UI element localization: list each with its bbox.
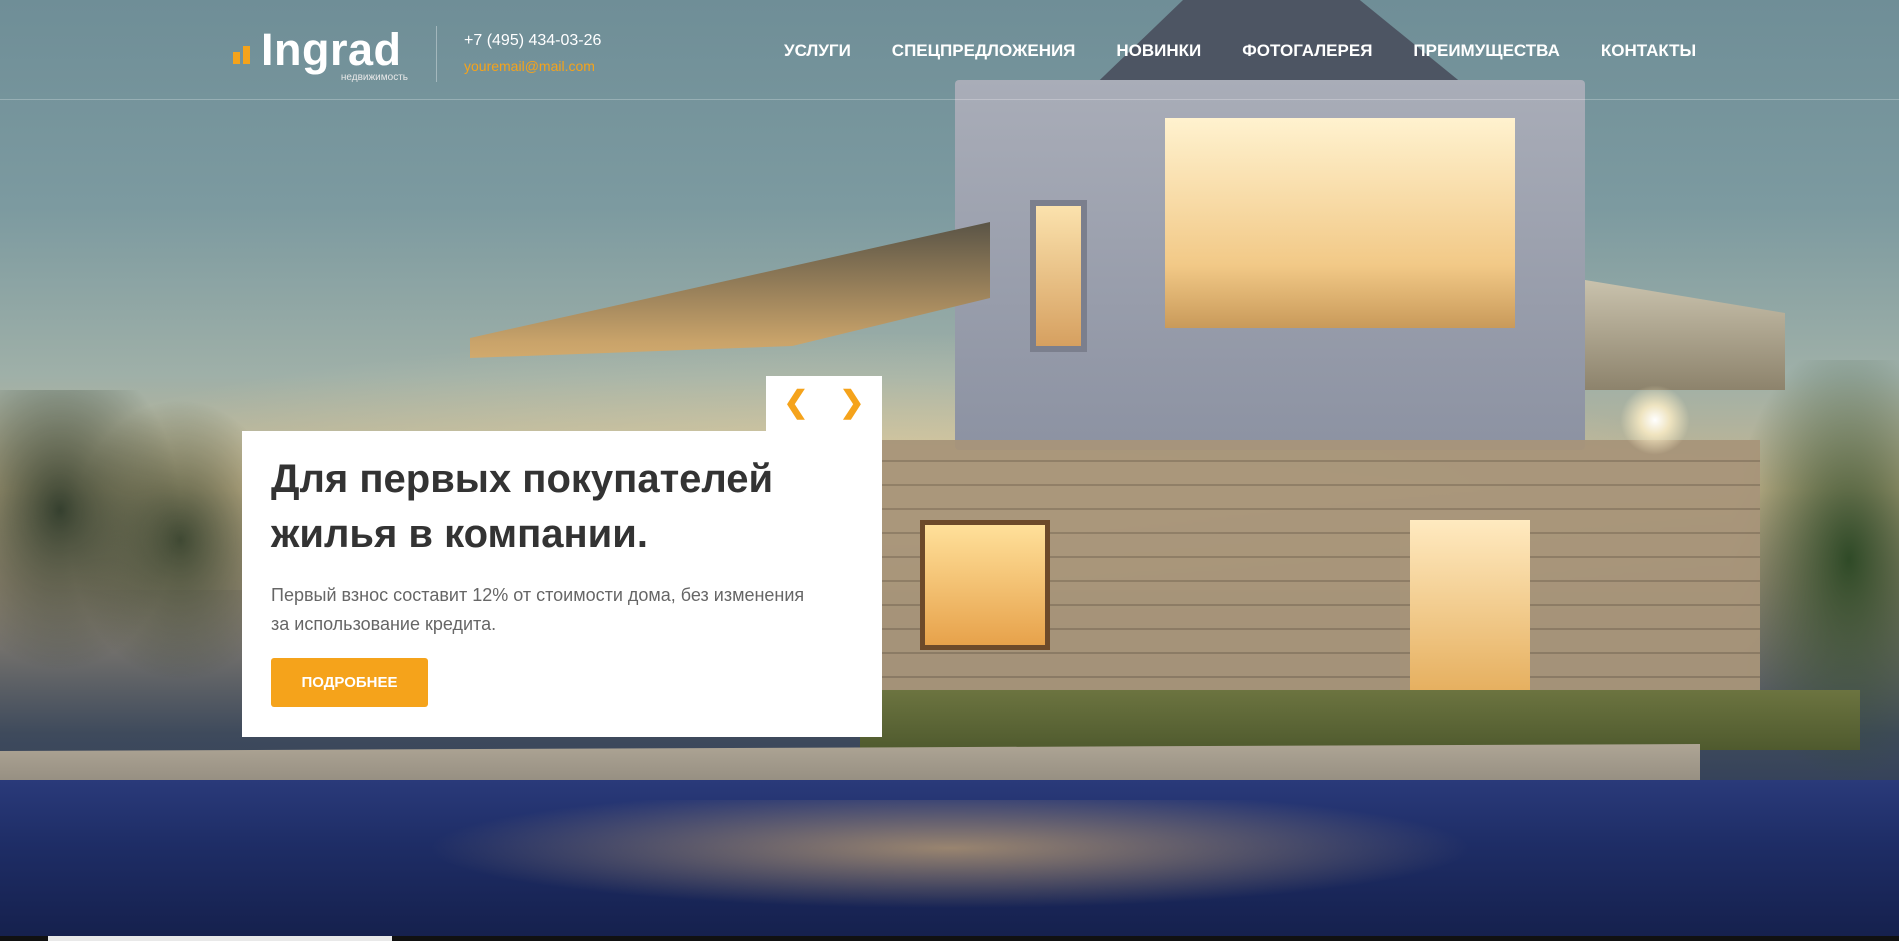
nav-item-services[interactable]: УСЛУГИ (784, 41, 851, 61)
email-link[interactable]: youremail@mail.com (464, 58, 595, 74)
slider-arrows: ❮ ❯ (766, 376, 882, 431)
nav-item-special-offers[interactable]: СПЕЦПРЕДЛОЖЕНИЯ (892, 41, 1076, 61)
nav-item-new[interactable]: НОВИНКИ (1116, 41, 1201, 61)
nav-item-gallery[interactable]: ФОТОГАЛЕРЕЯ (1242, 41, 1372, 61)
slide-text: Первый взнос составит 12% от стоимости д… (271, 585, 805, 634)
sun-flare (1620, 385, 1690, 455)
logo-link[interactable]: Ingrad недвижимость (233, 26, 408, 86)
chevron-right-icon[interactable]: ❯ (832, 386, 872, 420)
house-lit-window (920, 520, 1050, 650)
slide-card: Для первых покупателей жилья в компании.… (242, 431, 882, 737)
site-header: Ingrad недвижимость +7 (495) 434-03-26 y… (0, 0, 1899, 100)
phone-link[interactable]: +7 (495) 434-03-26 (464, 32, 601, 50)
lawn (860, 690, 1860, 750)
slide-title: Для первых покупателей жилья в компании. (271, 457, 774, 556)
header-divider (436, 26, 437, 82)
house-right-wing (1585, 280, 1785, 390)
pool-reflection (300, 800, 1600, 920)
main-nav: УСЛУГИ СПЕЦПРЕДЛОЖЕНИЯ НОВИНКИ ФОТОГАЛЕР… (784, 41, 1737, 61)
logo-subtitle: недвижимость (340, 72, 408, 83)
house-side-window (1030, 200, 1087, 352)
nav-item-advantages[interactable]: ПРЕИМУЩЕСТВА (1413, 41, 1559, 61)
chevron-left-icon[interactable]: ❮ (776, 386, 816, 420)
house-upper-window (1165, 118, 1515, 328)
nav-item-contacts[interactable]: КОНТАКТЫ (1601, 41, 1696, 61)
logo-bars-icon (233, 38, 259, 64)
logo-text: Ingrad (261, 24, 402, 75)
house-lit-door (1410, 520, 1530, 690)
bottom-strip-highlight (48, 936, 392, 941)
trees-left (0, 390, 250, 730)
more-button[interactable]: ПОДРОБНЕЕ (271, 658, 428, 707)
